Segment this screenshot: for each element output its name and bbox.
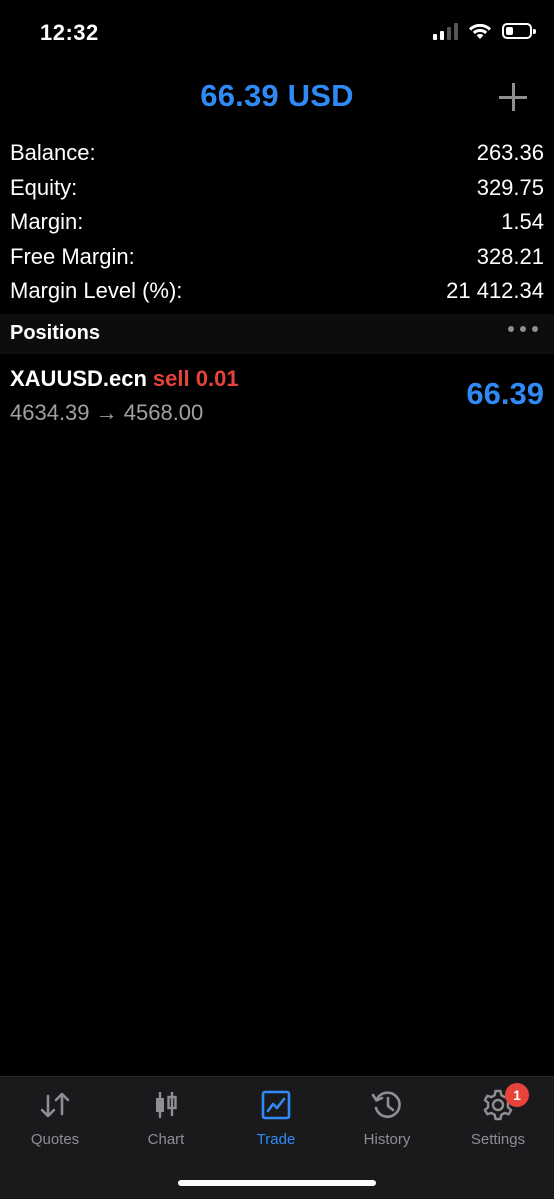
more-options-icon[interactable]: [508, 326, 538, 332]
position-prices: 4634.39 → 4568.00: [10, 400, 204, 425]
position-symbol: XAUUSD.ecn: [10, 366, 147, 391]
tab-trade[interactable]: Trade: [221, 1087, 331, 1148]
battery-icon: [502, 23, 536, 39]
equity-row: Equity: 329.75: [10, 171, 544, 206]
status-bar: 12:32: [0, 0, 554, 66]
balance-row: Balance: 263.36: [10, 136, 544, 171]
tab-history-label: History: [363, 1131, 411, 1148]
position-profit: 66.39: [466, 376, 544, 411]
wifi-icon: [469, 23, 491, 39]
tab-quotes-label: Quotes: [30, 1131, 80, 1148]
header: 66.39 USD: [0, 72, 554, 124]
positions-title: Positions: [10, 322, 101, 344]
status-time: 12:32: [40, 20, 99, 45]
tab-trade-label: Trade: [256, 1131, 296, 1148]
positions-section-header: Positions: [0, 314, 554, 354]
tab-chart[interactable]: Chart: [111, 1087, 221, 1148]
free-margin-value: 328.21: [476, 243, 544, 269]
account-profit-title: 66.39 USD: [200, 78, 354, 113]
free-margin-row: Free Margin: 328.21: [10, 240, 544, 275]
add-order-button[interactable]: [498, 82, 528, 112]
balance-label: Balance:: [10, 140, 96, 166]
margin-level-value: 21 412.34: [446, 278, 544, 304]
cellular-signal-icon: [433, 22, 458, 40]
account-summary: Balance: 263.36 Equity: 329.75 Margin: 1…: [10, 136, 544, 309]
position-title-line: XAUUSD.ecn sell 0.01: [10, 366, 239, 392]
equity-label: Equity:: [10, 174, 78, 200]
tab-history[interactable]: History: [332, 1087, 442, 1148]
tab-chart-label: Chart: [147, 1131, 185, 1148]
chart-icon: [156, 1092, 177, 1118]
quotes-icon: [40, 1092, 70, 1118]
balance-value: 263.36: [476, 140, 544, 166]
position-side-volume: sell 0.01: [152, 366, 239, 391]
home-indicator[interactable]: [178, 1180, 376, 1186]
settings-badge: 1: [505, 1083, 529, 1107]
margin-level-row: Margin Level (%): 21 412.34: [10, 274, 544, 309]
position-row[interactable]: XAUUSD.ecn sell 0.01 4634.39 → 4568.00 66…: [0, 362, 554, 436]
tab-quotes[interactable]: Quotes: [0, 1087, 110, 1148]
trade-screen: 12:32 66.39 USD Balance: 263.36 Equity: …: [0, 0, 554, 1199]
margin-row: Margin: 1.54: [10, 205, 544, 240]
free-margin-label: Free Margin:: [10, 243, 135, 269]
margin-value: 1.54: [501, 209, 544, 235]
trade-icon: [261, 1090, 291, 1120]
margin-label: Margin:: [10, 209, 84, 235]
tab-settings[interactable]: 1 Settings: [443, 1083, 553, 1148]
history-icon: [371, 1091, 401, 1118]
status-icons: [433, 22, 536, 40]
margin-level-label: Margin Level (%):: [10, 278, 183, 304]
tab-settings-label: Settings: [470, 1131, 526, 1148]
equity-value: 329.75: [476, 174, 544, 200]
